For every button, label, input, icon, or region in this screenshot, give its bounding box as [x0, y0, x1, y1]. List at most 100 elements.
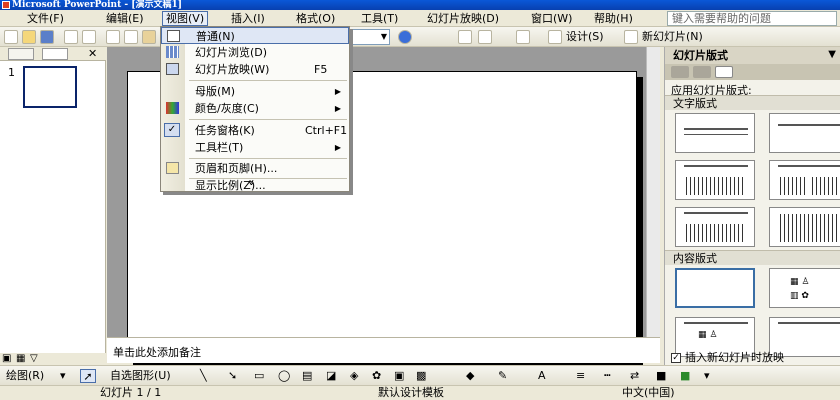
- view-menu-master[interactable]: 母版(M) ▶: [161, 83, 349, 100]
- bullets-icon[interactable]: [458, 30, 472, 44]
- toolbar-options-icon[interactable]: ▾: [704, 369, 710, 383]
- layout-vertical-title[interactable]: [769, 207, 840, 247]
- shadow-style-icon[interactable]: ■: [656, 369, 666, 383]
- design-button[interactable]: 设计(S): [566, 30, 604, 44]
- task-pane-close-icon[interactable]: ▼: [828, 49, 836, 60]
- view-menu-slide-sorter[interactable]: 幻灯片浏览(D): [161, 44, 349, 61]
- powerpoint-app-icon: [2, 1, 10, 9]
- arrow-tool-icon[interactable]: ➘: [228, 369, 237, 383]
- expand-menu-icon[interactable]: »: [246, 179, 257, 185]
- menu-insert[interactable]: 插入(I): [228, 11, 268, 26]
- slide-sorter-icon[interactable]: ▦: [16, 353, 25, 364]
- layout-line: [684, 128, 748, 130]
- view-menu-normal[interactable]: 普通(N): [161, 27, 349, 44]
- menu-separator: [189, 158, 347, 159]
- fill-color-icon[interactable]: ◆: [466, 369, 474, 383]
- layout-title-text[interactable]: [675, 160, 755, 200]
- clipart-tool-icon[interactable]: ✿: [372, 369, 381, 383]
- view-menu-task-pane[interactable]: ✓ 任务窗格(K) Ctrl+F1: [161, 122, 349, 139]
- view-menu-toolbars[interactable]: 工具栏(T) ▶: [161, 139, 349, 156]
- view-menu-header-footer[interactable]: 页眉和页脚(H)...: [161, 160, 349, 177]
- tab-slides[interactable]: [42, 48, 68, 60]
- line-tool-icon[interactable]: ╲: [200, 369, 207, 383]
- save-icon[interactable]: [40, 30, 54, 44]
- new-file-icon[interactable]: [4, 30, 18, 44]
- layout-blank[interactable]: [675, 268, 755, 308]
- check-icon: ✓: [164, 123, 180, 137]
- layout-line: [684, 165, 748, 167]
- numbering-icon[interactable]: [478, 30, 492, 44]
- paste-icon[interactable]: [142, 30, 156, 44]
- menu-tools[interactable]: 工具(T): [358, 11, 401, 26]
- picture-tool-icon[interactable]: ▣: [394, 369, 404, 383]
- layout-hatch: [812, 177, 840, 195]
- diagram-tool-icon[interactable]: ◈: [350, 369, 358, 383]
- oval-tool-icon[interactable]: ◯: [278, 369, 290, 383]
- new-slide-icon[interactable]: [624, 30, 638, 44]
- picture-insert-icon[interactable]: ▩: [416, 369, 426, 383]
- task-pane: 幻灯片版式 ▼ 应用幻灯片版式: 文字版式 内容版式 ▦ ♙ ▥ ✿ ▦ ♙ ✓…: [664, 47, 840, 365]
- view-menu-dropdown: 普通(N) 幻灯片浏览(D) 幻灯片放映(W) F5 母版(M) ▶ 颜色/灰度…: [160, 26, 350, 192]
- layout-two-columns[interactable]: [769, 160, 840, 200]
- cut-icon[interactable]: [106, 30, 120, 44]
- view-menu-color-grayscale[interactable]: 颜色/灰度(C) ▶: [161, 100, 349, 117]
- slide-thumbnail[interactable]: [23, 66, 77, 108]
- layout-content[interactable]: ▦ ♙ ▥ ✿: [769, 268, 840, 308]
- decrease-indent-icon[interactable]: [516, 30, 530, 44]
- chevron-down-icon: ▾: [60, 369, 66, 382]
- arrow-style-icon[interactable]: ⇄: [630, 369, 639, 383]
- help-icon[interactable]: [398, 30, 412, 44]
- font-color-icon[interactable]: A: [538, 369, 546, 383]
- 3d-style-icon[interactable]: ■: [680, 369, 690, 383]
- status-bar: 幻灯片 1 / 1 默认设计模板 中文(中国): [0, 385, 840, 400]
- normal-view-icon[interactable]: ▣: [2, 353, 11, 364]
- open-folder-icon[interactable]: [22, 30, 36, 44]
- zoom-combo[interactable]: ▼: [350, 29, 390, 45]
- layout-vertical-text[interactable]: [675, 207, 755, 247]
- new-slide-button[interactable]: 新幻灯片(N): [642, 30, 703, 44]
- help-question-input[interactable]: 键入需要帮助的问题: [667, 11, 837, 26]
- menu-help[interactable]: 帮助(H): [591, 11, 636, 26]
- content-placeholder-icon: ▦ ♙: [698, 330, 718, 340]
- draw-menu-button[interactable]: 绘图(R): [6, 369, 44, 383]
- wordart-tool-icon[interactable]: ◪: [326, 369, 336, 383]
- slideshow-icon: [166, 63, 179, 75]
- checkbox-box[interactable]: ✓: [671, 353, 681, 363]
- design-icon[interactable]: [548, 30, 562, 44]
- menu-window[interactable]: 窗口(W): [528, 11, 575, 26]
- menu-edit[interactable]: 编辑(E): [103, 11, 147, 26]
- menu-view[interactable]: 视图(V): [162, 11, 209, 26]
- layout-title-only[interactable]: [769, 113, 840, 153]
- menu-format[interactable]: 格式(O): [293, 11, 338, 26]
- print-preview-icon[interactable]: [82, 30, 96, 44]
- vertical-scrollbar[interactable]: [646, 47, 660, 337]
- back-icon[interactable]: [671, 66, 689, 78]
- tab-outline[interactable]: [8, 48, 34, 60]
- menu-slideshow[interactable]: 幻灯片放映(D): [424, 11, 502, 26]
- notes-pane[interactable]: 单击此处添加备注: [107, 337, 660, 363]
- rectangle-tool-icon[interactable]: ▭: [254, 369, 264, 383]
- slideshow-view-icon[interactable]: ▽: [30, 353, 38, 364]
- layout-title[interactable]: [675, 113, 755, 153]
- home-icon[interactable]: [715, 66, 733, 78]
- forward-icon[interactable]: [693, 66, 711, 78]
- copy-icon[interactable]: [124, 30, 138, 44]
- layout-line: [684, 134, 748, 135]
- dash-style-icon[interactable]: ┅: [604, 369, 611, 383]
- print-icon[interactable]: [64, 30, 78, 44]
- line-color-icon[interactable]: ✎: [498, 369, 507, 383]
- textbox-tool-icon[interactable]: ▤: [302, 369, 312, 383]
- menu-item-label: 任务窗格(K): [195, 124, 255, 137]
- menu-item-label: 母版(M): [195, 85, 236, 98]
- line-style-icon[interactable]: ≡: [576, 369, 585, 383]
- close-icon[interactable]: ✕: [88, 47, 97, 60]
- menu-file[interactable]: 文件(F): [24, 11, 67, 26]
- language-status: 中文(中国): [622, 386, 675, 399]
- menu-item-label: 页眉和页脚(H)...: [195, 162, 278, 175]
- view-menu-slideshow[interactable]: 幻灯片放映(W) F5: [161, 61, 349, 78]
- slide-sorter-icon: [166, 46, 179, 58]
- show-on-insert-checkbox[interactable]: ✓ 插入新幻灯片时放映: [671, 349, 784, 365]
- autoshapes-button[interactable]: 自选图形(U): [110, 369, 171, 383]
- select-pointer-icon[interactable]: ➚: [80, 369, 96, 383]
- menu-item-label: 颜色/灰度(C): [195, 102, 259, 115]
